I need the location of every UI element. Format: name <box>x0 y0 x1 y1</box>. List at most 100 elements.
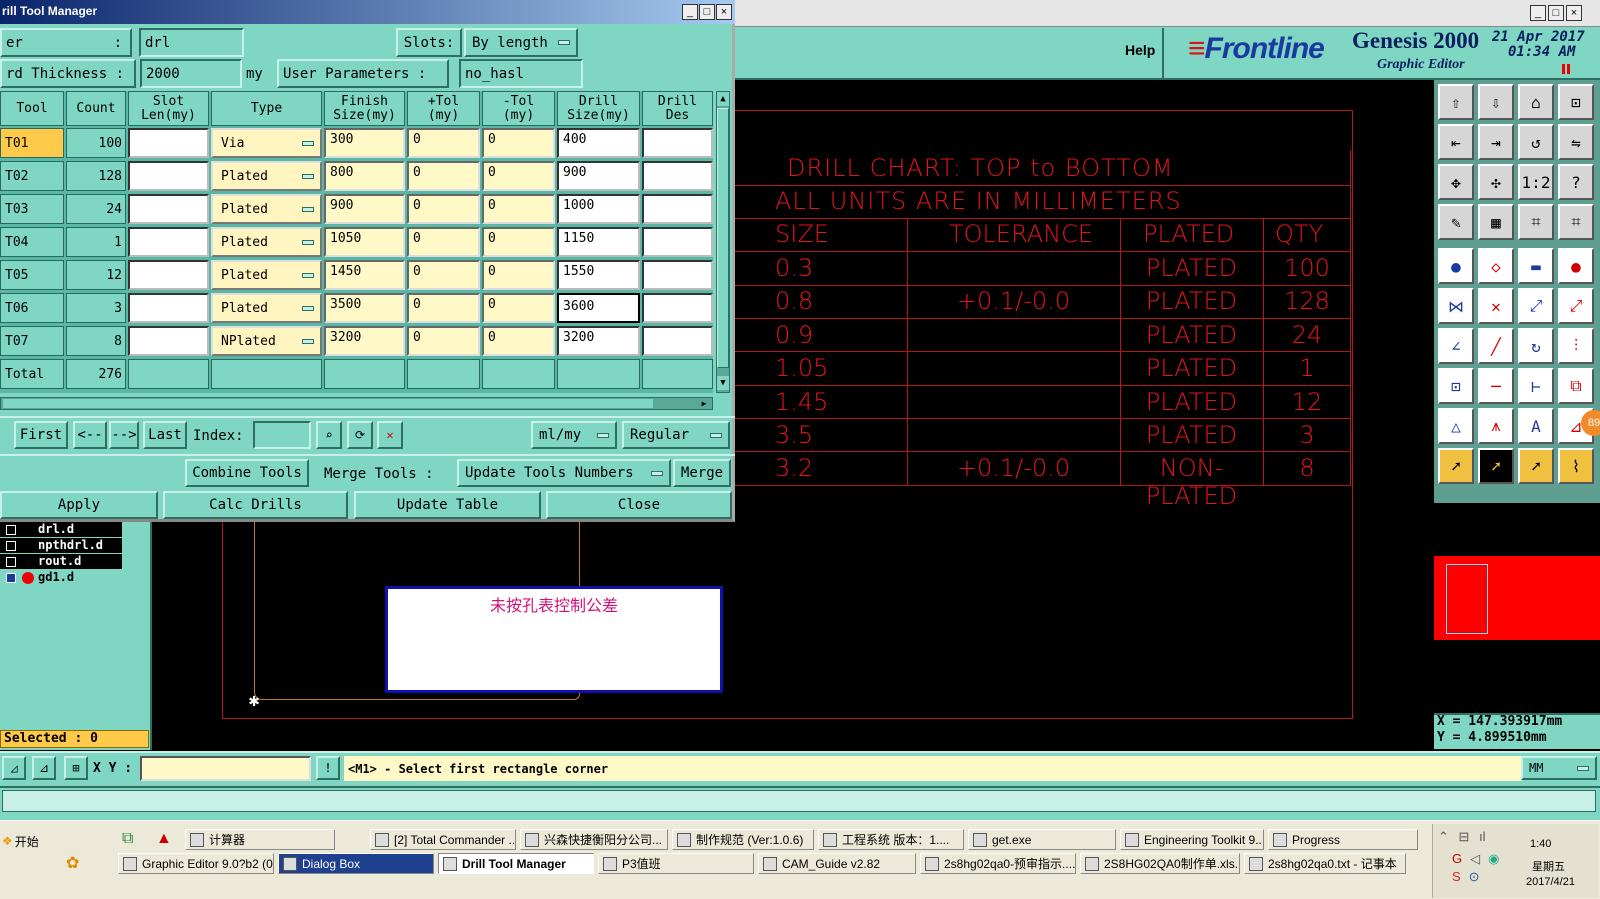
finish-size-field[interactable]: 3500 <box>324 293 405 323</box>
tray-antivirus-icon[interactable]: ◉ <box>1488 851 1499 866</box>
taskbar-item[interactable]: P3值班 <box>598 853 754 874</box>
minus-icon[interactable]: ─ <box>1478 368 1514 404</box>
dialog-minimize-icon[interactable]: _ <box>682 4 698 20</box>
merge-button[interactable]: Merge <box>673 459 731 487</box>
prev-button[interactable]: <-- <box>73 421 107 449</box>
snap-icon[interactable]: ⌗ <box>1518 204 1554 240</box>
slash-icon[interactable]: ╱ <box>1478 328 1514 364</box>
select-icon[interactable]: ➚ <box>1478 448 1514 484</box>
table-row[interactable]: T02 128 Plated 800 0 0 900 <box>0 161 713 192</box>
type-select[interactable]: Plated <box>211 227 322 257</box>
type-select[interactable]: Plated <box>211 260 322 290</box>
table-row[interactable]: T03 24 Plated 900 0 0 1000 <box>0 194 713 225</box>
start-button[interactable]: ❖ 开始 <box>2 830 54 852</box>
units-option[interactable]: ml/my <box>531 421 617 449</box>
plus-tol-field[interactable]: 0 <box>407 227 480 257</box>
taskbar-item[interactable]: Dialog Box <box>278 853 434 874</box>
layer-item[interactable]: rout.d <box>0 554 122 570</box>
minus-tol-field[interactable]: 0 <box>482 161 555 191</box>
scroll-right-icon[interactable]: ▶ <box>698 398 710 409</box>
units-select[interactable]: MM <box>1521 756 1597 780</box>
finish-size-field[interactable]: 3200 <box>324 326 405 356</box>
type-select[interactable]: NPlated <box>211 326 322 356</box>
help-button[interactable]: Help <box>1125 42 1155 58</box>
tool-label[interactable]: T04 <box>0 227 64 257</box>
copy-icon[interactable]: ⧉ <box>1558 368 1594 404</box>
taskbar-item[interactable]: Engineering Toolkit 9.... <box>1120 829 1264 850</box>
add-pad-icon[interactable]: ● <box>1438 248 1474 284</box>
slot-len-field[interactable] <box>128 260 209 290</box>
delete-icon[interactable]: ✕ <box>377 421 403 449</box>
tray-g-icon[interactable]: G <box>1452 851 1462 866</box>
slots-select[interactable]: By length <box>464 28 578 57</box>
grid-icon[interactable]: ▦ <box>1478 204 1514 240</box>
zoom-window-icon[interactable]: ⊡ <box>1558 84 1594 120</box>
minus-tol-field[interactable]: 0 <box>482 194 555 224</box>
drill-des-field[interactable] <box>642 194 713 224</box>
apply-button[interactable]: Apply <box>0 491 158 519</box>
taskbar-item[interactable]: CAM_Guide v2.82 <box>758 853 916 874</box>
tool-label[interactable]: T02 <box>0 161 64 191</box>
pointer-icon[interactable]: ➚ <box>1438 448 1474 484</box>
drill-des-field[interactable] <box>642 227 713 257</box>
tray-app-icon[interactable]: ⊙ <box>1469 869 1480 884</box>
tool-label[interactable]: T07 <box>0 326 64 356</box>
edit-line-icon[interactable]: ∠ <box>1438 328 1474 364</box>
dialog-maximize-icon[interactable]: □ <box>699 4 715 20</box>
plus-tol-field[interactable]: 0 <box>407 128 480 158</box>
measure-icon[interactable]: ▬ <box>1518 248 1554 284</box>
connect-icon[interactable]: ⋈ <box>1438 288 1474 324</box>
help-icon[interactable]: ? <box>1558 164 1594 200</box>
type-select[interactable]: Plated <box>211 194 322 224</box>
table-hscrollbar[interactable]: ▶ <box>0 397 713 410</box>
plus-tol-field[interactable]: 0 <box>407 194 480 224</box>
tool-label[interactable]: T06 <box>0 293 64 323</box>
finish-size-field[interactable]: 800 <box>324 161 405 191</box>
layer-item[interactable]: npthdrl.d <box>0 538 122 554</box>
mode-option[interactable]: Regular <box>622 421 730 449</box>
drill-size-field[interactable]: 3600 <box>557 293 640 323</box>
taskbar-item[interactable]: 2S8HG02QA0制作单.xls... <box>1080 853 1240 874</box>
drill-size-field[interactable]: 900 <box>557 161 640 191</box>
tool-label[interactable]: T01 <box>0 128 64 158</box>
pan-icon[interactable]: ⇋ <box>1558 124 1594 160</box>
quicklaunch-app-icon[interactable]: ⧉ <box>122 830 133 848</box>
tray-signal-icon[interactable]: ıl <box>1479 829 1486 844</box>
plus-tol-field[interactable]: 0 <box>407 293 480 323</box>
taskbar-item[interactable]: 2s8hg02qa0-预审指示.... <box>920 853 1076 874</box>
table-row[interactable]: T06 3 Plated 3500 0 0 3600 <box>0 293 713 324</box>
plus-tol-field[interactable]: 0 <box>407 326 480 356</box>
xy-input[interactable] <box>140 756 311 781</box>
finish-size-field[interactable]: 1050 <box>324 227 405 257</box>
layer-field[interactable]: drl <box>139 28 244 57</box>
minus-tol-field[interactable]: 0 <box>482 293 555 323</box>
minus-tol-field[interactable]: 0 <box>482 128 555 158</box>
table-row[interactable]: T05 12 Plated 1450 0 0 1550 <box>0 260 713 291</box>
first-button[interactable]: First <box>14 421 68 449</box>
tray-up-icon[interactable]: ⌃ <box>1438 829 1449 844</box>
slot-len-field[interactable] <box>128 326 209 356</box>
minus-tol-field[interactable]: 0 <box>482 227 555 257</box>
select-point-icon[interactable]: ● <box>1558 248 1594 284</box>
tool-label[interactable]: T05 <box>0 260 64 290</box>
hscroll-thumb[interactable] <box>3 399 653 408</box>
combine-tools-button[interactable]: Combine Tools <box>185 459 309 487</box>
last-button[interactable]: Last <box>143 421 187 449</box>
layer-checkbox[interactable] <box>6 541 16 551</box>
close-button[interactable]: Close <box>546 491 732 519</box>
rotate-icon[interactable]: ↻ <box>1518 328 1554 364</box>
drill-size-field[interactable]: 1550 <box>557 260 640 290</box>
save-icon[interactable]: ⇩ <box>1478 84 1514 120</box>
fill-icon[interactable]: A <box>1518 408 1554 444</box>
calc-drills-button[interactable]: Calc Drills <box>163 491 348 519</box>
drill-des-field[interactable] <box>642 260 713 290</box>
minus-tol-field[interactable]: 0 <box>482 326 555 356</box>
lasso-icon[interactable]: ➚ <box>1518 448 1554 484</box>
tray-network-icon[interactable]: ⊟ <box>1459 829 1470 844</box>
triangle-icon[interactable]: △ <box>1438 408 1474 444</box>
dimension-icon[interactable]: ⊢ <box>1518 368 1554 404</box>
next-button[interactable]: --> <box>109 421 139 449</box>
taskbar-item[interactable]: 工程系统 版本：1.... <box>818 829 964 850</box>
update-tools-numbers-select[interactable]: Update Tools Numbers <box>457 459 671 487</box>
draw-tool-icon[interactable]: ◿ <box>2 756 26 780</box>
